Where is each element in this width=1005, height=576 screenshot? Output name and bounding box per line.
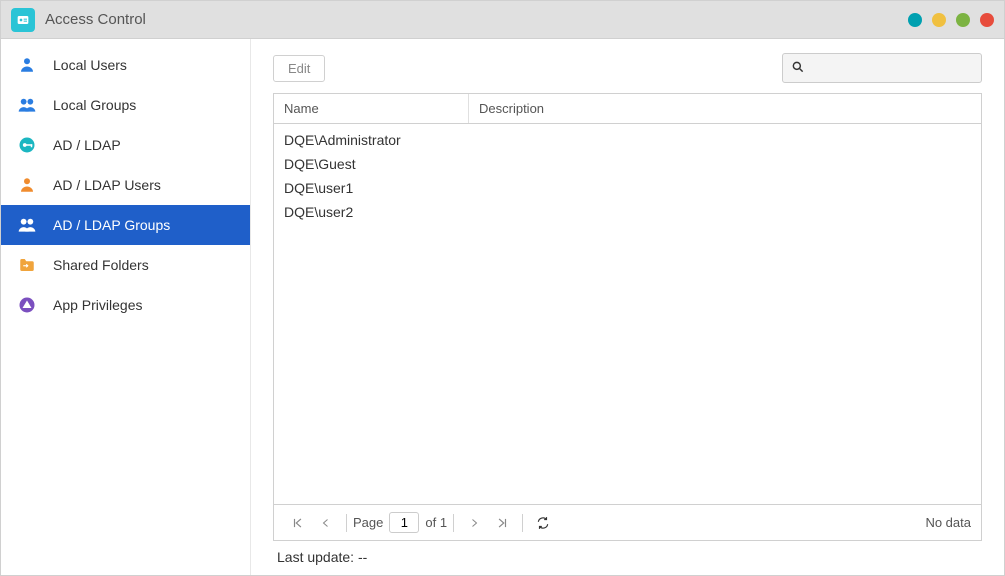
sidebar-item-app-privileges[interactable]: App Privileges (1, 285, 250, 325)
sidebar-item-label: Local Groups (53, 97, 136, 113)
pagination-bar: Page of 1 No data (274, 504, 981, 540)
search-input[interactable] (811, 61, 987, 76)
first-page-button[interactable] (284, 511, 312, 535)
app-icon (11, 8, 35, 32)
window-control-close[interactable] (980, 13, 994, 27)
table-row[interactable]: DQE\user2 (274, 200, 981, 224)
pager-status: No data (925, 515, 971, 530)
refresh-button[interactable] (529, 511, 557, 535)
cell-name: DQE\user2 (274, 202, 469, 222)
sidebar-item-label: Shared Folders (53, 257, 149, 273)
last-page-button[interactable] (488, 511, 516, 535)
cell-description (469, 130, 981, 150)
sidebar-item-local-groups[interactable]: Local Groups (1, 85, 250, 125)
page-label: Page (353, 515, 383, 530)
column-header-description[interactable]: Description (469, 94, 981, 123)
last-update-label: Last update: -- (273, 541, 982, 565)
toolbar: Edit (273, 53, 982, 83)
prev-page-button[interactable] (312, 511, 340, 535)
sidebar-item-ad-ldap-groups[interactable]: AD / LDAP Groups (1, 205, 250, 245)
sidebar-item-label: App Privileges (53, 297, 143, 313)
column-header-name[interactable]: Name (274, 94, 469, 123)
sidebar-item-label: Local Users (53, 57, 127, 73)
cell-name: DQE\user1 (274, 178, 469, 198)
sidebar-item-shared-folders[interactable]: Shared Folders (1, 245, 250, 285)
cell-description (469, 178, 981, 198)
key-icon (15, 133, 39, 157)
sidebar-item-ad-ldap-users[interactable]: AD / LDAP Users (1, 165, 250, 205)
search-icon (791, 60, 805, 77)
app-icon (15, 293, 39, 317)
sidebar: Local Users Local Groups AD / LDAP AD / LDA… (1, 39, 251, 575)
total-pages-label: of 1 (425, 515, 447, 530)
sidebar-item-label: AD / LDAP (53, 137, 121, 153)
sidebar-item-ad-ldap[interactable]: AD / LDAP (1, 125, 250, 165)
app-body: Local Users Local Groups AD / LDAP AD / LDA… (1, 39, 1004, 575)
window-title: Access Control (45, 11, 146, 28)
table-row[interactable]: DQE\Guest (274, 152, 981, 176)
main-panel: Edit Name Description DQE\AdministratorD… (251, 39, 1004, 575)
cell-description (469, 202, 981, 222)
group-icon (15, 93, 39, 117)
table-row[interactable]: DQE\Administrator (274, 128, 981, 152)
table-body: DQE\Administrator DQE\Guest DQE\user1 DQE\u… (274, 124, 981, 504)
cell-name: DQE\Guest (274, 154, 469, 174)
user-icon (15, 173, 39, 197)
next-page-button[interactable] (460, 511, 488, 535)
user-icon (15, 53, 39, 77)
titlebar: Access Control (1, 1, 1004, 39)
table-header: Name Description (274, 94, 981, 124)
window-control-restore[interactable] (956, 13, 970, 27)
page-input[interactable] (389, 512, 419, 533)
window-control-minimize[interactable] (908, 13, 922, 27)
app-window: Access Control Local Users Local Groups AD… (0, 0, 1005, 576)
cell-description (469, 154, 981, 174)
folder-icon (15, 253, 39, 277)
table-row[interactable]: DQE\user1 (274, 176, 981, 200)
window-control-maximize[interactable] (932, 13, 946, 27)
group-icon (15, 213, 39, 237)
sidebar-item-label: AD / LDAP Groups (53, 217, 170, 233)
data-table: Name Description DQE\Administrator DQE\Gu… (273, 93, 982, 541)
sidebar-item-label: AD / LDAP Users (53, 177, 161, 193)
edit-button[interactable]: Edit (273, 55, 325, 82)
sidebar-item-local-users[interactable]: Local Users (1, 45, 250, 85)
search-box[interactable] (782, 53, 982, 83)
cell-name: DQE\Administrator (274, 130, 469, 150)
